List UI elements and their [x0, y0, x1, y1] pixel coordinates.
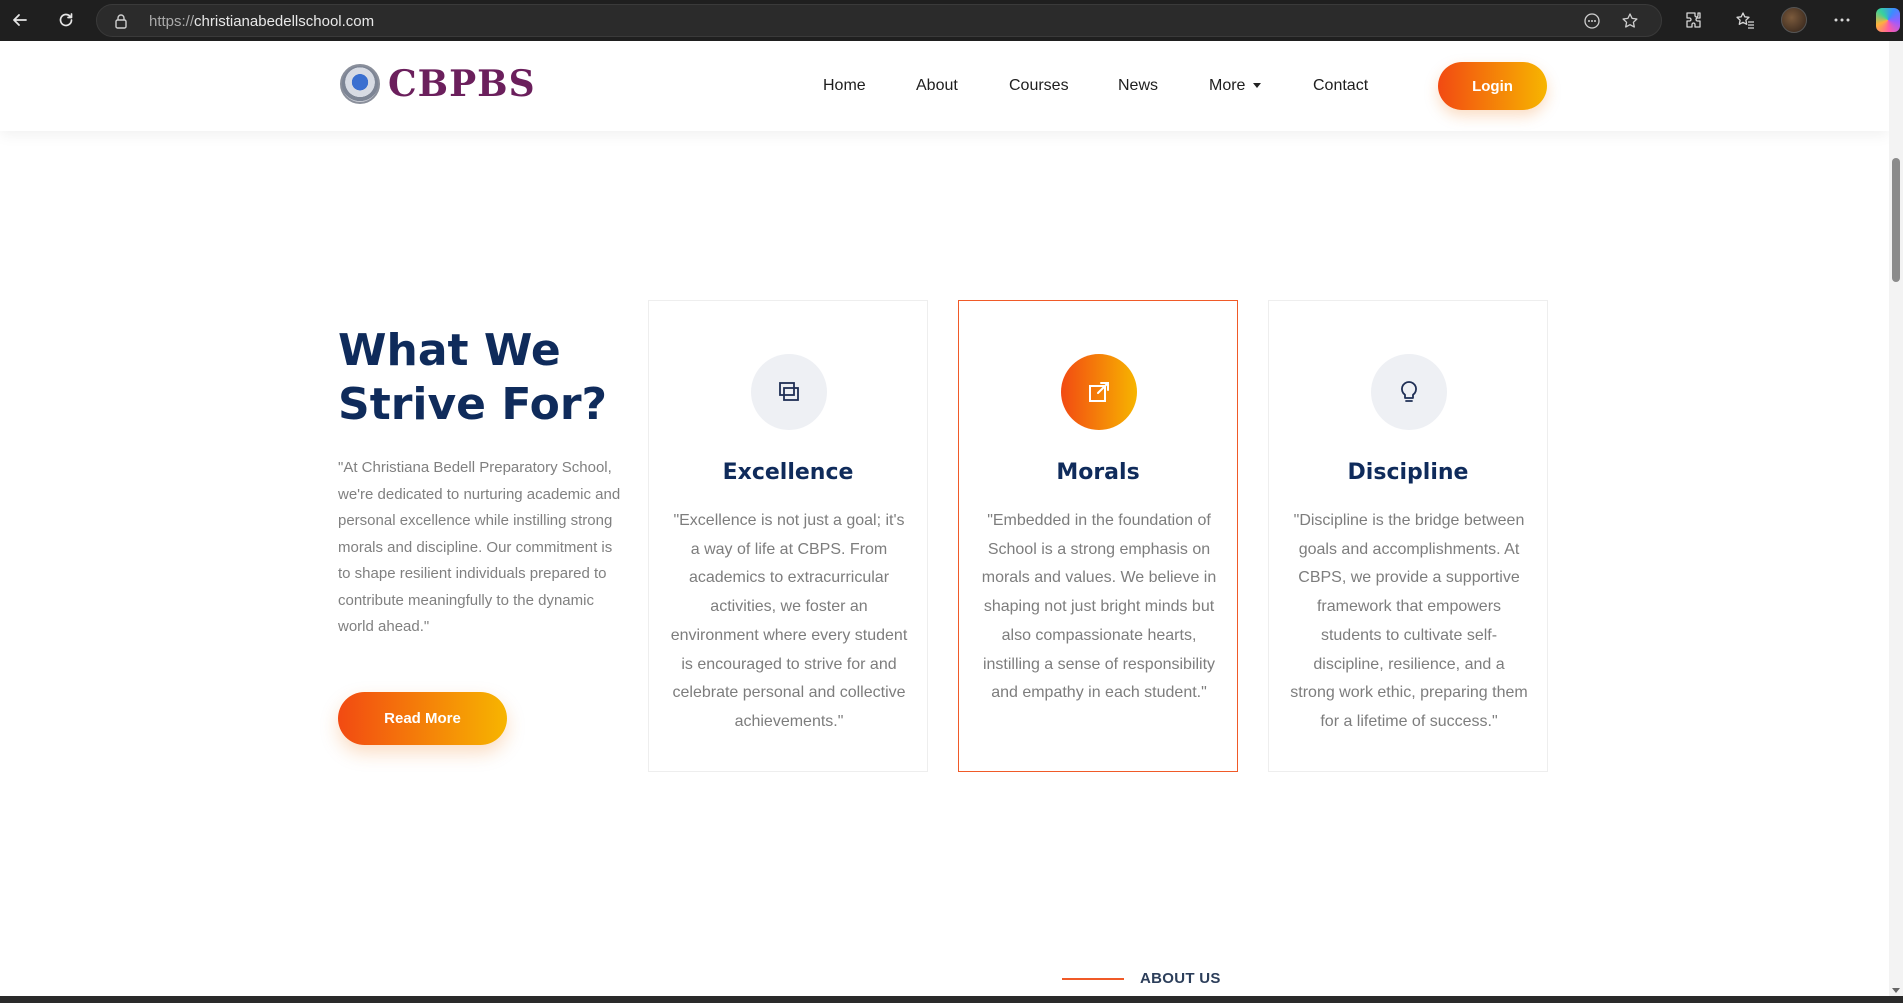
- lightbulb-icon: [1371, 354, 1447, 430]
- about-us-label: ABOUT US: [1062, 970, 1221, 987]
- accent-line: [1062, 977, 1124, 980]
- nav-news[interactable]: News: [1118, 77, 1209, 95]
- card-text: "Embedded in the foundation of School is…: [981, 512, 1217, 702]
- nav-home[interactable]: Home: [823, 77, 916, 95]
- site-logo[interactable]: CBPBS: [340, 63, 536, 105]
- favorites-icon[interactable]: [1734, 9, 1756, 31]
- site-header: CBPBS Home About Courses News More Conta…: [0, 41, 1889, 131]
- vertical-scrollbar[interactable]: [1889, 41, 1903, 996]
- chevron-down-icon: [1253, 83, 1262, 89]
- nav-more[interactable]: More: [1209, 77, 1313, 95]
- value-card-morals: Morals "Embedded in the foundation of Sc…: [958, 300, 1238, 772]
- address-bar[interactable]: https://christianabedellschool.com: [96, 4, 1662, 37]
- card-title: Discipline: [1347, 460, 1469, 485]
- value-card-discipline: Discipline "Discipline is the bridge bet…: [1268, 300, 1548, 772]
- section-title: What We Strive For?: [338, 325, 608, 430]
- reload-icon[interactable]: [54, 8, 78, 32]
- lock-icon[interactable]: [113, 13, 129, 29]
- school-crest-icon: [340, 64, 380, 104]
- login-button[interactable]: Login: [1438, 62, 1547, 110]
- read-more-button[interactable]: Read More: [338, 692, 507, 745]
- card-title: Excellence: [722, 460, 854, 485]
- nav-more-label: More: [1209, 77, 1246, 94]
- nav-about[interactable]: About: [916, 77, 1009, 95]
- url-text[interactable]: https://christianabedellschool.com: [149, 13, 374, 30]
- main-nav: Home About Courses News More Contact: [823, 75, 1368, 97]
- page-viewport: CBPBS Home About Courses News More Conta…: [0, 41, 1889, 996]
- nav-courses[interactable]: Courses: [1009, 77, 1118, 95]
- star-icon[interactable]: [1621, 12, 1639, 30]
- url-host: christianabedellschool.com: [194, 13, 375, 30]
- window-bottom-edge: [0, 996, 1903, 1003]
- copilot-icon[interactable]: [1876, 8, 1900, 32]
- logo-text: CBPBS: [388, 63, 536, 105]
- card-text: "Excellence is not just a goal; it's a w…: [670, 512, 908, 730]
- browser-toolbar: https://christianabedellschool.com: [0, 0, 1903, 41]
- nav-contact[interactable]: Contact: [1313, 77, 1368, 95]
- reader-icon[interactable]: [1583, 12, 1601, 30]
- card-title: Morals: [1056, 460, 1140, 485]
- layers-icon: [751, 354, 827, 430]
- profile-avatar[interactable]: [1781, 7, 1807, 33]
- external-link-icon: [1061, 354, 1137, 430]
- more-icon[interactable]: [1831, 9, 1853, 31]
- extensions-icon[interactable]: [1683, 9, 1705, 31]
- card-text: "Discipline is the bridge between goals …: [1290, 512, 1528, 730]
- about-us-text: ABOUT US: [1140, 970, 1221, 987]
- value-card-excellence: Excellence "Excellence is not just a goa…: [648, 300, 928, 772]
- scroll-down-icon[interactable]: [1892, 988, 1900, 993]
- scrollbar-thumb[interactable]: [1892, 158, 1900, 282]
- section-description: "At Christiana Bedell Preparatory School…: [338, 459, 621, 635]
- back-icon[interactable]: [8, 8, 32, 32]
- url-protocol: https://: [149, 13, 195, 30]
